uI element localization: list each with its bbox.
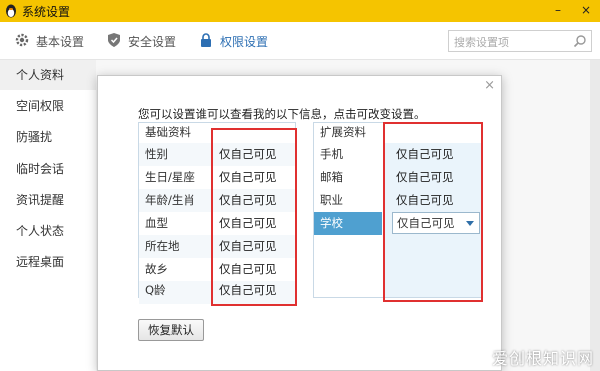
sidebar: 个人资料 空间权限 防骚扰 临时会话 资讯提醒 个人状态 远程桌面 — [0, 60, 96, 371]
search-box[interactable]: 搜索设置项 — [448, 30, 592, 52]
row-label-age: 年龄/生肖 — [145, 193, 195, 207]
gear-icon — [15, 33, 29, 47]
sidebar-item-remote-desktop[interactable]: 远程桌面 — [0, 247, 96, 277]
settings-toolbar: 基本设置 安全设置 权限设置 搜索设置项 — [0, 22, 600, 60]
watermark-text: 爱创根知识网 — [491, 349, 594, 368]
shield-icon — [108, 33, 120, 47]
sidebar-item-personal-status[interactable]: 个人状态 — [0, 216, 96, 246]
close-button[interactable]: × — [576, 0, 596, 20]
search-placeholder: 搜索设置项 — [454, 36, 509, 49]
dialog-instruction: 您可以设置谁可以查看我的以下信息，点击可改变设置。 — [138, 107, 426, 121]
row-label-hometown: 故乡 — [145, 262, 168, 276]
sidebar-item-temp-session[interactable]: 临时会话 — [0, 154, 96, 184]
tab-basic-settings[interactable]: 基本设置 — [36, 33, 84, 50]
row-label-email: 邮箱 — [320, 170, 343, 184]
scrollbar[interactable] — [590, 60, 600, 371]
row-label-phone: 手机 — [320, 147, 343, 161]
row-label-birthday: 生日/星座 — [145, 170, 195, 184]
window-title: 系统设置 — [22, 5, 71, 19]
row-label-occupation: 职业 — [320, 193, 343, 207]
search-icon[interactable] — [573, 34, 587, 48]
row-label-location: 所在地 — [145, 239, 180, 253]
tab-security-settings[interactable]: 安全设置 — [128, 33, 176, 50]
highlight-box-extended-values — [383, 122, 483, 302]
basic-info-header: 基础资料 — [145, 125, 191, 139]
row-label-blood-type: 血型 — [145, 216, 168, 230]
qq-penguin-icon — [6, 4, 16, 18]
sidebar-item-space-permission[interactable]: 空间权限 — [0, 91, 96, 121]
row-label-gender: 性别 — [145, 147, 168, 161]
restore-default-button[interactable]: 恢复默认 — [138, 319, 204, 341]
title-bar: 系统设置 – × — [0, 0, 600, 22]
sidebar-item-personal-info[interactable]: 个人资料 — [0, 60, 96, 90]
dialog-close-button[interactable]: × — [484, 78, 495, 93]
tab-permission-settings[interactable]: 权限设置 — [220, 33, 268, 50]
sidebar-item-anti-harassment[interactable]: 防骚扰 — [0, 122, 96, 152]
personal-info-permission-dialog: × 您可以设置谁可以查看我的以下信息，点击可改变设置。 基础资料 性别 仅自己可… — [97, 75, 502, 371]
extended-info-header: 扩展资料 — [320, 125, 366, 139]
minimize-button[interactable]: – — [548, 0, 568, 20]
sidebar-item-news-reminder[interactable]: 资讯提醒 — [0, 185, 96, 215]
row-label-q-age: Q龄 — [145, 283, 166, 297]
lock-icon — [201, 33, 211, 47]
row-label-school[interactable]: 学校 — [320, 212, 343, 234]
highlight-box-basic-values — [211, 128, 297, 306]
